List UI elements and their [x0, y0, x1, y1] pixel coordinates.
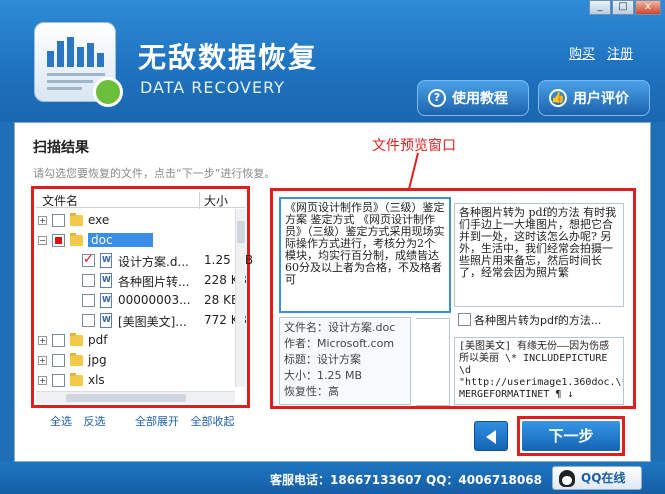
main-panel: 扫描结果 请勾选您要恢复的文件，点击“下一步”进行恢复。 文件预览窗口 文件名 …	[14, 122, 651, 462]
buy-link[interactable]: 购买	[569, 43, 595, 62]
window-controls: _ □ x	[588, 0, 661, 15]
select-all-link[interactable]: 全选	[50, 415, 72, 428]
tree-folder-row[interactable]: + exe	[36, 211, 241, 231]
row-name: jpg	[88, 353, 107, 367]
info-recovery: 恢复性：高	[284, 385, 339, 398]
folder-icon	[70, 353, 83, 366]
collapse-all-link[interactable]: 全部收起	[191, 415, 235, 428]
preview-thumbnail-image-to-pdf[interactable]: 各种图片转为 pdf的方法 有时我们手边上一大堆图片，想把它合并到一处，这时该怎…	[454, 203, 624, 307]
preview-thumbnail-beauty-article[interactable]: [美图美文] 有缘无份——因为伤感所以美丽 \* INCLUDEPICTURE …	[454, 337, 624, 405]
expand-all-link[interactable]: 全部展开	[135, 415, 179, 428]
tree-file-row[interactable]: 设计方案.d... 1.25 MB	[36, 251, 253, 271]
folder-icon	[70, 333, 83, 346]
minimize-button[interactable]: _	[589, 0, 611, 15]
register-link[interactable]: 注册	[607, 43, 633, 62]
word-document-icon	[100, 253, 112, 268]
info-author: 作者：Microsoft.com	[284, 337, 395, 350]
row-name: doc	[88, 233, 153, 247]
thumbs-up-icon: 👍	[549, 89, 567, 107]
vertical-scrollbar[interactable]	[235, 209, 245, 387]
expand-icon[interactable]: +	[38, 216, 47, 225]
app-subtitle: DATA RECOVERY	[140, 78, 285, 97]
expand-icon[interactable]: +	[38, 376, 47, 385]
info-size: 大小：1.25 MB	[284, 369, 363, 382]
row-name: exe	[88, 213, 110, 227]
refresh-icon	[93, 77, 123, 107]
tutorial-label: 使用教程	[452, 91, 508, 107]
folder-icon	[70, 373, 83, 386]
row-checkbox[interactable]	[82, 252, 95, 267]
app-header: 无敌数据恢复 DATA RECOVERY _ □ x 购买 注册 ? 使用教程 …	[0, 0, 665, 122]
row-name: xls	[88, 373, 105, 387]
word-document-icon	[100, 293, 112, 308]
file-info-tooltip: 文件名：设计方案.doc 作者：Microsoft.com 标题：设计方案 大小…	[279, 317, 450, 406]
tree-rows: +exe−doc设计方案.d...1.25 MB各种图片转...228 KB00…	[36, 211, 253, 391]
tree-file-row[interactable]: [美图美文]...772 KB	[36, 311, 247, 331]
row-name: [美图美文]...	[118, 315, 187, 329]
top-links: 购买 注册	[569, 43, 633, 62]
qq-online-button[interactable]: QQ在线	[552, 466, 642, 490]
invert-selection-link[interactable]: 反选	[84, 415, 106, 428]
tree-folder-row[interactable]: + jpg	[36, 351, 241, 371]
tree-header: 文件名 大小	[36, 191, 245, 209]
instruction-text: 请勾选您要恢复的文件，点击“下一步”进行恢复。	[33, 167, 276, 180]
folder-icon	[70, 233, 83, 246]
app-title: 无敌数据恢复	[138, 41, 319, 74]
next-button-frame[interactable]: 下一步	[517, 416, 625, 456]
folder-icon	[70, 213, 83, 226]
word-document-icon	[100, 273, 112, 288]
preview-thumbnail-design-plan[interactable]: 《网页设计制作员》（三级）鉴定方案 鉴定方式 《网页设计制作员》（三级）鉴定方式…	[279, 197, 451, 313]
row-size: 1.25 MB	[204, 253, 254, 267]
close-button[interactable]: x	[635, 0, 661, 15]
column-size[interactable]: 大小	[199, 192, 228, 209]
scan-results-title: 扫描结果	[33, 140, 89, 156]
row-name: pdf	[88, 333, 108, 347]
review-button[interactable]: 👍 用户评价	[538, 80, 650, 116]
row-checkbox[interactable]	[82, 294, 95, 307]
row-checkbox[interactable]	[52, 374, 65, 387]
preview-checkbox[interactable]	[458, 313, 471, 326]
next-button[interactable]: 下一步	[522, 421, 620, 451]
qq-penguin-icon	[559, 470, 575, 487]
horizontal-scrollbar[interactable]	[36, 391, 235, 403]
info-subject: 标题：设计方案	[284, 353, 361, 366]
row-checkbox[interactable]	[52, 214, 65, 227]
preview-pane: 《网页设计制作员》（三级）鉴定方案 鉴定方式 《网页设计制作员》（三级）鉴定方式…	[270, 188, 636, 409]
preview-caption-image-to-pdf[interactable]: 各种图片转为pdf的方法...	[458, 311, 601, 328]
file-tree[interactable]: 文件名 大小 +exe−doc设计方案.d...1.25 MB各种图片转...2…	[31, 186, 253, 408]
help-icon: ?	[428, 89, 446, 107]
row-checkbox[interactable]	[52, 334, 65, 347]
row-size: 28 KB	[204, 293, 240, 307]
row-name: 00000003...	[118, 293, 191, 307]
footer-bar: 客服电话：18667133607 QQ：4006718068 QQ在线	[0, 462, 665, 494]
expand-icon[interactable]: +	[38, 336, 47, 345]
tree-file-row[interactable]: 各种图片转...228 KB	[36, 271, 247, 291]
chart-icon	[47, 37, 105, 67]
row-checkbox[interactable]	[52, 354, 65, 367]
support-hotline: 客服电话：18667133607 QQ：4006718068	[270, 473, 542, 487]
app-logo	[34, 22, 123, 107]
back-button[interactable]	[474, 421, 508, 451]
tree-file-row[interactable]: 00000003... 28 KB	[36, 291, 241, 311]
tutorial-button[interactable]: ? 使用教程	[417, 80, 529, 116]
tree-actions: 全选 反选 全部展开 全部收起	[50, 413, 243, 429]
expand-icon[interactable]: +	[38, 356, 47, 365]
row-checkbox[interactable]	[82, 314, 95, 327]
preview-window-label: 文件预览窗口	[372, 138, 456, 154]
word-document-icon	[100, 313, 112, 328]
row-checkbox[interactable]	[52, 234, 65, 247]
review-label: 用户评价	[573, 91, 629, 107]
tree-folder-row[interactable]: + xls	[36, 371, 241, 391]
tree-folder-row[interactable]: − doc	[36, 231, 241, 251]
tree-folder-row[interactable]: + pdf	[36, 331, 241, 351]
maximize-button[interactable]: □	[612, 0, 634, 15]
info-filename: 文件名：设计方案.doc	[284, 321, 396, 334]
column-filename[interactable]: 文件名	[42, 192, 78, 209]
collapse-icon[interactable]: −	[38, 236, 47, 245]
row-name: 各种图片转...	[118, 275, 190, 289]
row-checkbox[interactable]	[82, 274, 95, 287]
row-name: 设计方案.d...	[118, 255, 189, 269]
qq-online-label: QQ在线	[581, 471, 626, 485]
